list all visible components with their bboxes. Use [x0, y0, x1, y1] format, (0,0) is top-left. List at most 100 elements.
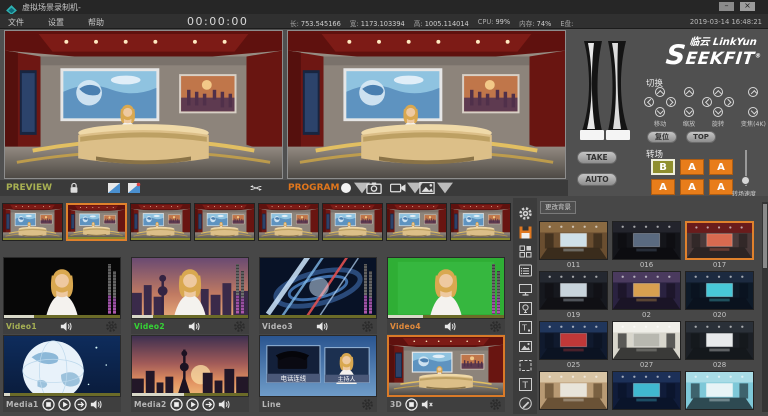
stop-button[interactable] — [42, 398, 55, 411]
reset-button[interactable]: 复位 — [647, 131, 677, 143]
down-arrow-button[interactable] — [684, 107, 694, 117]
source-settings-gear-icon[interactable] — [105, 320, 118, 333]
up-arrow-button[interactable] — [713, 87, 723, 97]
menu-settings[interactable]: 设置 — [48, 17, 64, 28]
app-icon — [5, 1, 18, 13]
source-settings-gear-icon[interactable] — [361, 398, 374, 411]
down-arrow-button[interactable] — [748, 107, 758, 117]
image-caret-icon[interactable] — [437, 182, 453, 194]
source-settings-gear-icon[interactable] — [361, 320, 374, 333]
volume-icon[interactable] — [60, 320, 73, 333]
program-monitor[interactable] — [287, 30, 566, 179]
source-thumb-Video1[interactable] — [3, 257, 121, 319]
left-arrow-button[interactable] — [702, 97, 712, 107]
snapshot-button[interactable] — [366, 182, 382, 194]
source-settings-gear-icon[interactable] — [489, 398, 502, 411]
minimize-button[interactable]: – — [719, 2, 734, 11]
transition-button-1[interactable]: A — [680, 159, 704, 175]
record-button[interactable] — [338, 182, 354, 194]
auto-button[interactable]: AUTO — [577, 173, 617, 186]
scene-item-025[interactable]: 025 — [539, 321, 608, 370]
lock-icon[interactable] — [66, 182, 82, 194]
scene-item-02[interactable]: 02 — [612, 271, 681, 320]
scene-item-row4-1[interactable] — [612, 371, 681, 416]
up-arrow-button[interactable] — [748, 87, 758, 97]
source-settings-gear-icon[interactable] — [489, 320, 502, 333]
source-thumb-Video4[interactable] — [387, 257, 505, 319]
stop-button[interactable] — [170, 398, 183, 411]
source-thumb-Line[interactable]: 电话连线主持人 — [259, 335, 377, 397]
scene-item-027[interactable]: 027 — [612, 321, 681, 370]
caption-icon[interactable]: T — [518, 320, 533, 335]
menu-help[interactable]: 帮助 — [88, 17, 104, 28]
right-arrow-button[interactable] — [666, 97, 676, 107]
stream-button[interactable] — [390, 182, 406, 194]
transition-button-3[interactable]: A — [651, 179, 675, 195]
source-thumb-Media2[interactable] — [131, 335, 249, 397]
source-thumb-3D[interactable] — [387, 335, 505, 397]
scene-item-019[interactable]: 019 — [539, 271, 608, 320]
top-button[interactable]: TOP — [686, 131, 716, 143]
menu-file[interactable]: 文件 — [8, 17, 24, 28]
progress-bar[interactable] — [132, 393, 248, 396]
gallery-scrollbar[interactable] — [762, 202, 768, 412]
scene-item-017[interactable]: 017 — [685, 221, 754, 270]
light-icon[interactable] — [518, 301, 533, 316]
volume-icon[interactable] — [90, 398, 103, 411]
text-icon[interactable]: T — [518, 377, 533, 392]
progress-bar[interactable] — [4, 315, 120, 318]
display-icon[interactable] — [518, 282, 533, 297]
right-arrow-button[interactable] — [724, 97, 734, 107]
left-arrow-button[interactable] — [644, 97, 654, 107]
gallery-scroll-thumb[interactable] — [763, 204, 767, 268]
frame-icon[interactable] — [518, 358, 533, 373]
next-button[interactable] — [202, 398, 215, 411]
progress-bar[interactable] — [4, 393, 120, 396]
volume-icon[interactable] — [218, 398, 231, 411]
source-thumb-Media1[interactable] — [3, 335, 121, 397]
source-thumb-Video3[interactable] — [259, 257, 377, 319]
up-arrow-button[interactable] — [684, 87, 694, 97]
up-arrow-button[interactable] — [655, 87, 665, 97]
scenes-icon[interactable] — [518, 244, 533, 259]
transition-tbar[interactable] — [578, 38, 632, 144]
progress-bar[interactable] — [132, 315, 248, 318]
volume-icon[interactable] — [188, 320, 201, 333]
image-icon[interactable] — [518, 339, 533, 354]
scene-item-011[interactable]: 011 — [539, 221, 608, 270]
scene-item-row4-2[interactable] — [685, 371, 754, 416]
scene-item-028[interactable]: 028 — [685, 321, 754, 370]
transition-speed-knob[interactable] — [741, 176, 750, 185]
transition-button-0[interactable]: B — [651, 159, 675, 175]
volume-icon[interactable] — [444, 320, 457, 333]
draw-icon[interactable] — [518, 396, 533, 411]
playlist-icon[interactable] — [518, 263, 533, 278]
down-arrow-button[interactable] — [655, 107, 665, 117]
swap-preview-program-icon[interactable] — [248, 182, 264, 194]
transition-effect-icon[interactable] — [106, 182, 122, 194]
down-arrow-button[interactable] — [713, 107, 723, 117]
transition-button-2[interactable]: A — [709, 159, 733, 175]
volume-icon[interactable] — [316, 320, 329, 333]
play-button[interactable] — [186, 398, 199, 411]
volume-muted-icon[interactable] — [421, 398, 434, 411]
source-settings-gear-icon[interactable] — [233, 320, 246, 333]
transition-effect-alt-icon[interactable] — [126, 182, 142, 194]
take-button[interactable]: TAKE — [577, 151, 617, 164]
next-button[interactable] — [74, 398, 87, 411]
progress-bar[interactable] — [260, 315, 376, 318]
source-thumb-Video2[interactable] — [131, 257, 249, 319]
close-button[interactable]: × — [740, 2, 755, 11]
scene-item-020[interactable]: 020 — [685, 271, 754, 320]
preview-monitor[interactable] — [4, 30, 283, 179]
change-background-button[interactable]: 更改背景 — [540, 201, 576, 214]
save-icon[interactable] — [518, 225, 533, 240]
progress-bar[interactable] — [388, 315, 504, 318]
scene-item-row4-0[interactable] — [539, 371, 608, 416]
scene-item-016[interactable]: 016 — [612, 221, 681, 270]
play-button[interactable] — [58, 398, 71, 411]
image-output-button[interactable] — [419, 182, 435, 194]
stop-button[interactable] — [405, 398, 418, 411]
transition-button-4[interactable]: A — [680, 179, 704, 195]
settings-icon[interactable] — [518, 206, 533, 221]
